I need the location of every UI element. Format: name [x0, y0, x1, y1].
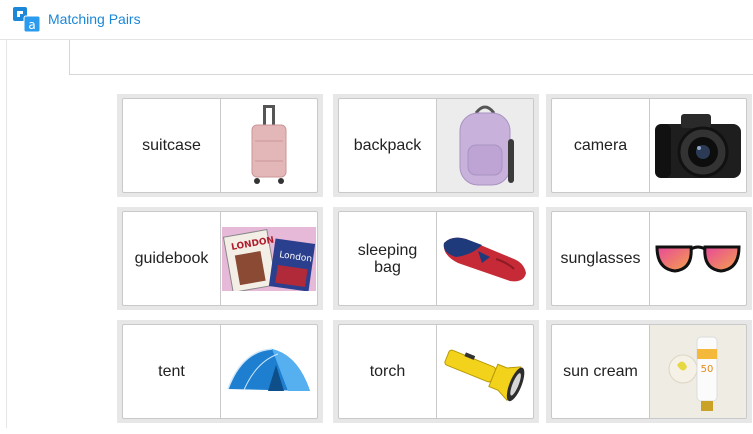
- card-word: camera: [552, 99, 650, 192]
- card-word: tent: [123, 325, 221, 418]
- guidebook-image: LONDON London: [221, 212, 317, 305]
- sun-cream-image: 50: [650, 325, 746, 418]
- app-title: Matching Pairs: [48, 11, 141, 27]
- card-torch[interactable]: torch: [333, 320, 539, 423]
- card-backpack[interactable]: backpack: [333, 94, 539, 197]
- svg-text:50: 50: [701, 364, 714, 375]
- svg-text:a: a: [28, 18, 35, 32]
- header-panel: [69, 40, 753, 75]
- tent-image: [221, 325, 317, 418]
- card-word: sun cream: [552, 325, 650, 418]
- card-word: guidebook: [123, 212, 221, 305]
- top-bar: a Matching Pairs: [0, 0, 753, 40]
- camera-image: [650, 99, 746, 192]
- card-word: sleeping bag: [339, 212, 437, 305]
- left-divider: [6, 40, 7, 428]
- card-word: suitcase: [123, 99, 221, 192]
- card-camera[interactable]: camera: [546, 94, 752, 197]
- card-sunglasses[interactable]: sunglasses: [546, 207, 752, 310]
- card-word: torch: [339, 325, 437, 418]
- card-sun-cream[interactable]: sun cream 50: [546, 320, 752, 423]
- card-suitcase[interactable]: suitcase: [117, 94, 323, 197]
- sleeping-bag-image: [437, 212, 533, 305]
- sunglasses-image: [650, 212, 746, 305]
- torch-image: [437, 325, 533, 418]
- card-tent[interactable]: tent: [117, 320, 323, 423]
- card-word: backpack: [339, 99, 437, 192]
- app-logo-icon: a: [13, 7, 41, 33]
- backpack-image: [437, 99, 533, 192]
- card-word: sunglasses: [552, 212, 650, 305]
- cards-grid: suitcase backpack camera guidebook LONDO…: [117, 94, 753, 434]
- card-guidebook[interactable]: guidebook LONDON London: [117, 207, 323, 310]
- card-sleeping-bag[interactable]: sleeping bag: [333, 207, 539, 310]
- suitcase-image: [221, 99, 317, 192]
